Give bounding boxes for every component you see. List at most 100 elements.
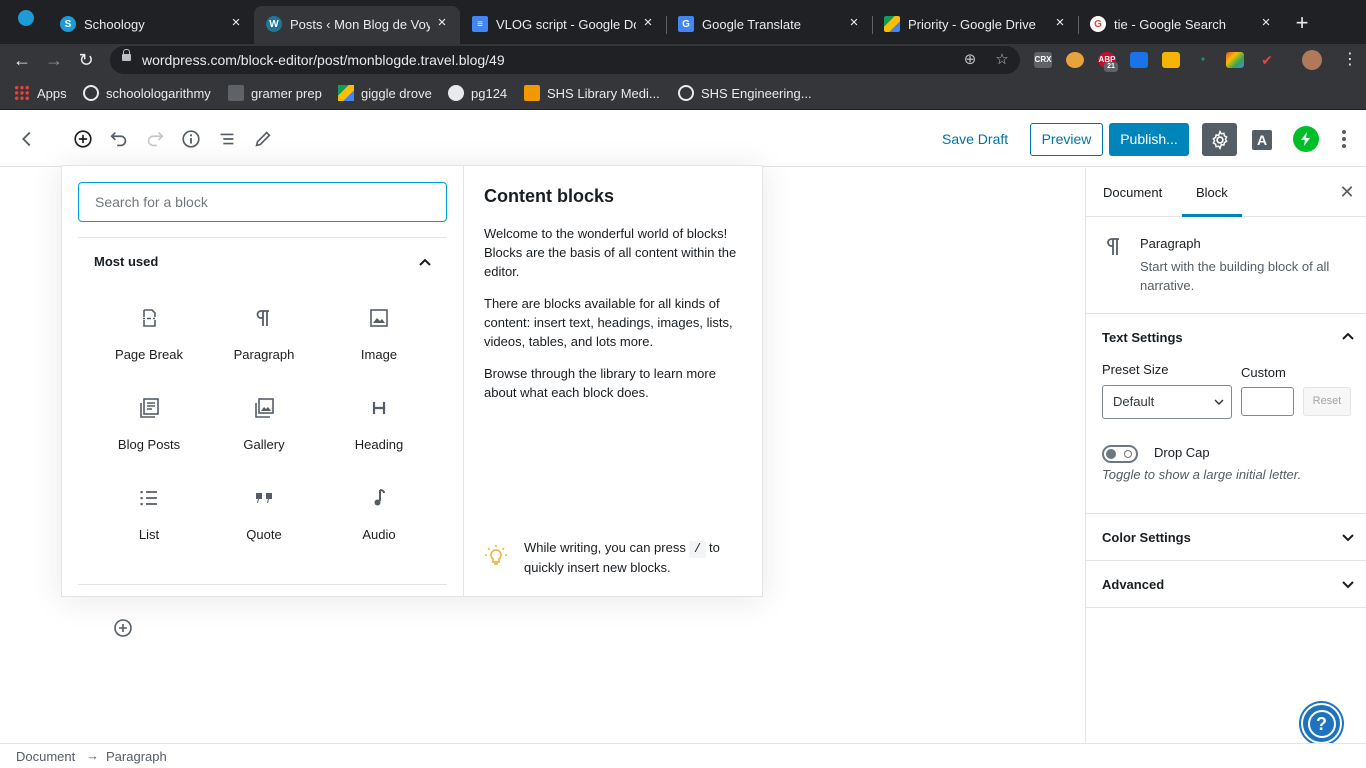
browser-tab-strip: S Schoology × W Posts ‹ Mon Blog de Voya…: [0, 0, 1366, 44]
browser-tab-vlog-script[interactable]: ≡ VLOG script - Google Docs ×: [460, 6, 666, 44]
box-extension-icon[interactable]: [1162, 52, 1180, 68]
chevron-down-icon: [1342, 581, 1354, 589]
close-icon[interactable]: ×: [640, 15, 656, 31]
block-breadcrumb: Document → Paragraph: [0, 743, 1366, 768]
jetpack-bolt-icon: [1301, 132, 1310, 146]
color-settings-panel-toggle[interactable]: Color Settings: [1086, 514, 1366, 560]
address-bar[interactable]: wordpress.com/block-editor/post/monblogd…: [110, 46, 1020, 74]
block-item-paragraph[interactable]: Paragraph: [209, 294, 319, 378]
blog-posts-icon: [137, 396, 161, 420]
close-icon[interactable]: ×: [1052, 15, 1068, 31]
leaf-extension-icon[interactable]: ✦: [1194, 52, 1212, 68]
pin-extension-icon[interactable]: [1130, 52, 1148, 68]
block-card: Paragraph Start with the building block …: [1086, 217, 1366, 314]
toggle-off-indicator: [1124, 450, 1132, 458]
info-icon[interactable]: [179, 127, 203, 151]
bookmark-shs-engineering[interactable]: SHS Engineering...: [678, 85, 812, 103]
bookmark-star-icon[interactable]: ☆: [992, 50, 1012, 70]
most-used-section-toggle[interactable]: Most used: [78, 238, 447, 286]
browser-tab-google-translate[interactable]: G Google Translate ×: [666, 6, 872, 44]
block-item-audio[interactable]: Audio: [324, 474, 434, 558]
close-icon[interactable]: ✕: [1337, 182, 1357, 202]
block-item-quote[interactable]: Quote: [209, 474, 319, 558]
reset-button[interactable]: Reset: [1303, 387, 1351, 416]
tab-block[interactable]: Block: [1182, 168, 1242, 217]
close-icon[interactable]: ×: [228, 15, 244, 31]
tab-label: VLOG script - Google Docs: [496, 17, 636, 32]
schoology-icon: [83, 85, 99, 101]
browser-tab-google-drive[interactable]: Priority - Google Drive ×: [872, 6, 1078, 44]
drop-cap-toggle[interactable]: [1102, 445, 1138, 463]
text-settings-panel-toggle[interactable]: Text Settings: [1086, 314, 1366, 360]
tab-document[interactable]: Document: [1102, 168, 1163, 217]
block-item-gallery[interactable]: Gallery: [209, 384, 319, 468]
custom-size-input[interactable]: [1241, 387, 1294, 416]
add-block-inline-icon[interactable]: [113, 618, 133, 638]
owl-extension-icon[interactable]: [1066, 52, 1084, 68]
heading-icon: [367, 396, 391, 420]
breadcrumb-document[interactable]: Document: [16, 749, 75, 764]
block-item-page-break[interactable]: Page Break: [94, 294, 204, 378]
browser-tab-schoology[interactable]: S Schoology ×: [48, 6, 254, 44]
divider: [1086, 607, 1366, 608]
check-extension-icon[interactable]: ✔: [1258, 52, 1276, 68]
add-block-icon[interactable]: [71, 127, 95, 151]
bookmark-pg124[interactable]: pg124: [448, 85, 507, 103]
block-item-list[interactable]: List: [94, 474, 204, 558]
drop-cap-label: Drop Cap: [1154, 445, 1210, 460]
divider: [78, 584, 447, 585]
browser-menu-icon[interactable]: ⋮: [1340, 48, 1360, 72]
block-item-blog-posts[interactable]: Blog Posts: [94, 384, 204, 468]
publish-button[interactable]: Publish...: [1109, 123, 1189, 156]
edit-pencil-icon[interactable]: [251, 127, 275, 151]
block-search-input[interactable]: [78, 182, 447, 222]
save-draft-button[interactable]: Save Draft: [936, 123, 1014, 155]
breadcrumb-arrow-icon: →: [86, 748, 99, 763]
settings-sidebar: Document Block ✕ Paragraph Start with th…: [1085, 168, 1366, 743]
close-icon[interactable]: ×: [1258, 15, 1274, 31]
reload-button[interactable]: ↻: [74, 48, 98, 72]
settings-gear-button[interactable]: [1202, 123, 1237, 156]
typography-button[interactable]: A: [1250, 123, 1274, 156]
preset-size-value: Default: [1113, 394, 1155, 409]
install-icon[interactable]: ⊕: [960, 50, 980, 70]
profile-avatar[interactable]: [1302, 50, 1322, 70]
schoology-pinned-icon[interactable]: [18, 10, 34, 26]
block-label: List: [138, 527, 160, 542]
help-button[interactable]: ?: [1301, 703, 1342, 744]
preview-button[interactable]: Preview: [1030, 123, 1103, 156]
bookmark-gramer-prep[interactable]: gramer prep: [228, 85, 322, 103]
block-navigation-icon[interactable]: [215, 127, 239, 151]
jetpack-button[interactable]: [1293, 126, 1319, 152]
close-icon[interactable]: ×: [434, 15, 450, 31]
undo-icon[interactable]: [107, 127, 131, 151]
forward-button[interactable]: →: [42, 48, 66, 72]
bookmark-apps[interactable]: Apps: [14, 85, 67, 103]
block-item-image[interactable]: Image: [324, 294, 434, 378]
bookmark-giggle-drove[interactable]: giggle drove: [338, 85, 432, 103]
google-icon: G: [1090, 16, 1106, 32]
close-icon[interactable]: ×: [846, 15, 862, 31]
bookmark-shs-library[interactable]: SHS Library Medi...: [524, 85, 660, 103]
bookmark-schoolologarithmy[interactable]: schoolologarithmy: [83, 85, 211, 103]
badge-count: 21: [1104, 62, 1118, 72]
back-chevron-icon[interactable]: [15, 127, 39, 151]
preset-size-select[interactable]: Default: [1102, 385, 1232, 419]
google-translate-icon: G: [678, 16, 694, 32]
browser-tab-google-search[interactable]: G tie - Google Search ×: [1078, 6, 1284, 44]
crx-extension-icon[interactable]: CRX: [1034, 52, 1052, 68]
browser-tab-posts[interactable]: W Posts ‹ Mon Blog de Voyage ×: [254, 6, 460, 44]
advanced-panel-toggle[interactable]: Advanced: [1086, 561, 1366, 607]
page-break-icon: [137, 306, 161, 330]
more-options-icon[interactable]: [1334, 127, 1354, 151]
color-extension-icon[interactable]: [1226, 52, 1244, 68]
breadcrumb-paragraph[interactable]: Paragraph: [106, 749, 167, 764]
tab-label: Google Translate: [702, 17, 802, 32]
tab-label: Posts ‹ Mon Blog de Voyage: [290, 17, 430, 32]
back-button[interactable]: ←: [10, 48, 34, 72]
redo-icon[interactable]: [143, 127, 167, 151]
block-label: Page Break: [115, 347, 183, 362]
block-item-heading[interactable]: Heading: [324, 384, 434, 468]
new-tab-button[interactable]: +: [1290, 12, 1314, 36]
url-text[interactable]: wordpress.com/block-editor/post/monblogd…: [142, 52, 505, 68]
